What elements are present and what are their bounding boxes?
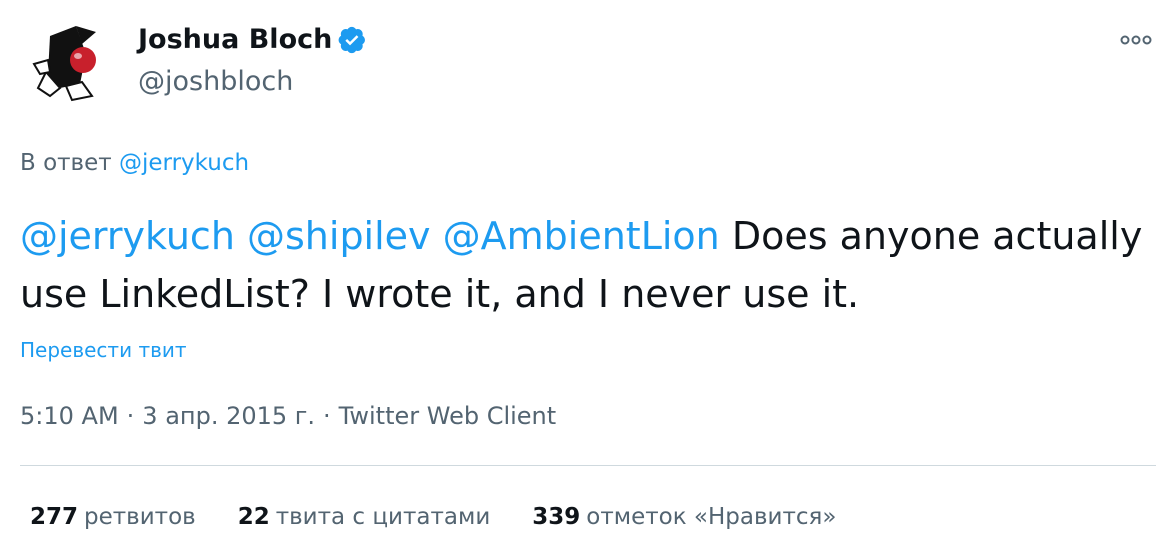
more-options-icon[interactable]	[1116, 30, 1156, 50]
author-handle[interactable]: @joshbloch	[138, 66, 293, 97]
author-name-text: Joshua Bloch	[138, 24, 333, 55]
retweets-stat[interactable]: 277 ретвитов	[30, 504, 196, 530]
retweets-count: 277	[30, 504, 79, 530]
translate-tweet-link[interactable]: Перевести твит	[20, 338, 187, 362]
likes-label: отметок «Нравится»	[586, 504, 837, 530]
mention-link[interactable]: @shipilev	[247, 214, 431, 258]
author-name[interactable]: Joshua Bloch	[138, 24, 366, 55]
meta-separator: ·	[126, 402, 135, 430]
mention-link[interactable]: @AmbientLion	[443, 214, 720, 258]
retweets-label: ретвитов	[84, 504, 196, 530]
likes-stat[interactable]: 339 отметок «Нравится»	[532, 504, 836, 530]
avatar[interactable]	[20, 14, 116, 110]
quotes-count: 22	[237, 504, 270, 530]
tweet-source[interactable]: Twitter Web Client	[339, 402, 557, 430]
tweet-text: @jerrykuch @shipilev @AmbientLion Does a…	[20, 207, 1150, 323]
tweet-time[interactable]: 5:10 AM	[20, 402, 119, 430]
tweet-meta: 5:10 AM · 3 апр. 2015 г. · Twitter Web Clien…	[20, 402, 556, 430]
quotes-label: твита с цитатами	[275, 504, 491, 530]
reply-prefix: В ответ	[20, 150, 112, 176]
divider	[20, 465, 1156, 466]
quotes-stat[interactable]: 22 твита с цитатами	[238, 504, 491, 530]
reply-context: В ответ @jerrykuch	[20, 150, 249, 176]
mention-link[interactable]: @jerrykuch	[20, 214, 235, 258]
tweet-date[interactable]: 3 апр. 2015 г.	[142, 402, 315, 430]
verified-badge-icon	[338, 26, 366, 53]
tweet-stats: 277 ретвитов 22 твита с цитатами 339 отмето…	[30, 504, 878, 530]
meta-separator: ·	[323, 402, 331, 430]
duke-mascot-icon	[20, 14, 116, 110]
likes-count: 339	[532, 504, 581, 530]
reply-to-mention[interactable]: @jerrykuch	[119, 150, 249, 176]
